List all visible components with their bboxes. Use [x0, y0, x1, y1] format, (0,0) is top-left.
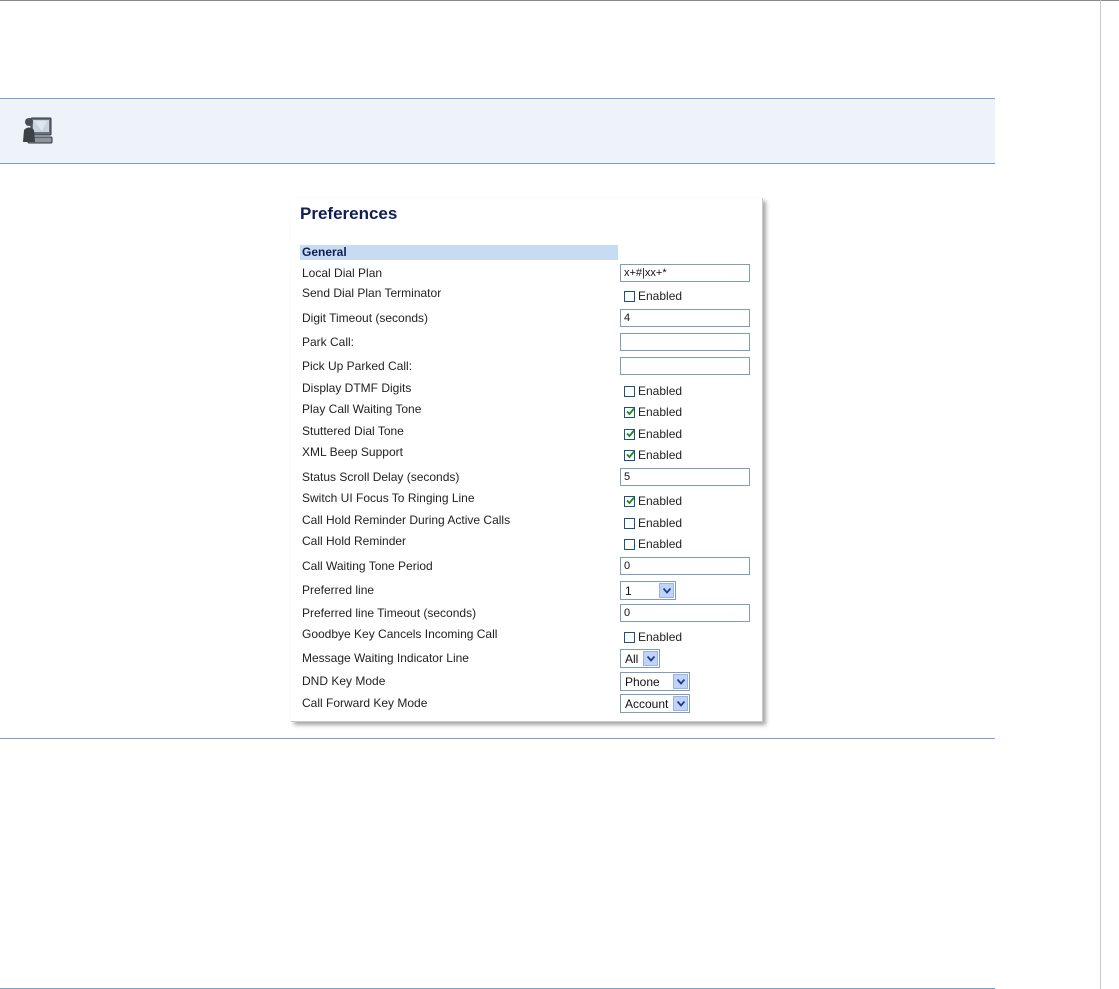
- checkbox-checked[interactable]: [624, 429, 635, 440]
- digit-timeout-seconds-input[interactable]: 4: [620, 309, 750, 327]
- call-hold-reminder-checkbox[interactable]: Enabled: [624, 537, 682, 551]
- note-banner: [0, 98, 995, 164]
- select-value: All: [625, 652, 639, 666]
- preferences-panel: Preferences General Local Dial Plan x+#|x…: [291, 198, 763, 722]
- checkbox-unchecked[interactable]: [624, 291, 635, 302]
- chevron-down-icon[interactable]: [643, 651, 658, 666]
- label-send-dial-plan-terminator: Send Dial Plan Terminator: [302, 286, 442, 300]
- local-dial-plan-input[interactable]: x+#|xx+*: [620, 264, 750, 282]
- play-call-waiting-tone-checkbox[interactable]: Enabled: [624, 405, 682, 419]
- checkmark-icon: [626, 407, 635, 416]
- send-dial-plan-terminator-checkbox[interactable]: Enabled: [624, 289, 682, 303]
- chevron-down-icon[interactable]: [673, 674, 688, 689]
- checkbox-label: Enabled: [638, 289, 683, 303]
- checkbox-checked[interactable]: [624, 496, 635, 507]
- select-value: 1: [625, 584, 632, 598]
- section-divider: [0, 738, 995, 739]
- label-status-scroll-delay-seconds: Status Scroll Delay (seconds): [302, 470, 460, 484]
- label-local-dial-plan: Local Dial Plan: [302, 266, 383, 280]
- checkbox-unchecked[interactable]: [624, 632, 635, 643]
- page-title: Preferences: [300, 204, 398, 223]
- label-preferred-line-timeout-seconds: Preferred line Timeout (seconds): [302, 606, 477, 620]
- switch-ui-focus-to-ringing-line-checkbox[interactable]: Enabled: [624, 494, 682, 508]
- goodbye-key-cancels-incoming-call-checkbox[interactable]: Enabled: [624, 630, 682, 644]
- label-pick-up-parked-call: Pick Up Parked Call:: [302, 359, 413, 373]
- label-switch-ui-focus-to-ringing-line: Switch UI Focus To Ringing Line: [302, 491, 475, 505]
- label-call-hold-reminder-during-active-calls: Call Hold Reminder During Active Calls: [302, 513, 511, 527]
- checkbox-label: Enabled: [638, 405, 683, 419]
- checkbox-label: Enabled: [638, 448, 683, 462]
- checkbox-unchecked[interactable]: [624, 518, 635, 529]
- label-message-waiting-indicator-line: Message Waiting Indicator Line: [302, 651, 469, 665]
- label-call-hold-reminder: Call Hold Reminder: [302, 534, 407, 548]
- stuttered-dial-tone-checkbox[interactable]: Enabled: [624, 427, 682, 441]
- label-digit-timeout-seconds: Digit Timeout (seconds): [302, 311, 429, 325]
- computer-user-icon: [20, 112, 56, 150]
- checkbox-unchecked[interactable]: [624, 539, 635, 550]
- call-forward-key-mode-select[interactable]: Account: [620, 694, 690, 713]
- status-scroll-delay-seconds-input[interactable]: 5: [620, 468, 750, 486]
- label-display-dtmf-digits: Display DTMF Digits: [302, 381, 412, 395]
- label-preferred-line: Preferred line: [302, 583, 375, 597]
- checkbox-label: Enabled: [638, 630, 683, 644]
- top-divider: [0, 0, 1119, 1]
- checkbox-label: Enabled: [638, 516, 683, 530]
- label-stuttered-dial-tone: Stuttered Dial Tone: [302, 424, 404, 438]
- label-dnd-key-mode: DND Key Mode: [302, 674, 386, 688]
- checkbox-label: Enabled: [638, 384, 683, 398]
- checkbox-label: Enabled: [638, 494, 683, 508]
- checkbox-label: Enabled: [638, 537, 683, 551]
- preferred-line-select[interactable]: 1: [620, 581, 676, 600]
- chevron-down-icon[interactable]: [673, 696, 688, 711]
- dnd-key-mode-select[interactable]: Phone: [620, 672, 690, 691]
- checkbox-label: Enabled: [638, 427, 683, 441]
- section-header-general: General: [300, 245, 618, 260]
- label-call-forward-key-mode: Call Forward Key Mode: [302, 696, 428, 710]
- call-waiting-tone-period-input[interactable]: 0: [620, 557, 750, 575]
- pick-up-parked-call-input[interactable]: [620, 357, 750, 375]
- checkbox-unchecked[interactable]: [624, 386, 635, 397]
- display-dtmf-digits-checkbox[interactable]: Enabled: [624, 384, 682, 398]
- checkmark-icon: [626, 429, 635, 438]
- label-call-waiting-tone-period: Call Waiting Tone Period: [302, 559, 433, 573]
- checkbox-checked[interactable]: [624, 407, 635, 418]
- xml-beep-support-checkbox[interactable]: Enabled: [624, 448, 682, 462]
- chevron-down-icon[interactable]: [659, 583, 674, 598]
- call-hold-reminder-during-active-calls-checkbox[interactable]: Enabled: [624, 516, 682, 530]
- label-park-call: Park Call:: [302, 335, 355, 349]
- checkbox-checked[interactable]: [624, 450, 635, 461]
- preferred-line-timeout-seconds-input[interactable]: 0: [620, 604, 750, 622]
- message-waiting-indicator-line-select[interactable]: All: [620, 649, 660, 668]
- label-goodbye-key-cancels-incoming-call: Goodbye Key Cancels Incoming Call: [302, 627, 498, 641]
- checkmark-icon: [626, 450, 635, 459]
- label-xml-beep-support: XML Beep Support: [302, 445, 403, 459]
- right-divider: [1100, 0, 1101, 989]
- select-value: Phone: [625, 675, 660, 689]
- label-play-call-waiting-tone: Play Call Waiting Tone: [302, 402, 422, 416]
- checkmark-icon: [626, 496, 635, 505]
- park-call-input[interactable]: [620, 333, 750, 351]
- select-value: Account: [625, 697, 669, 711]
